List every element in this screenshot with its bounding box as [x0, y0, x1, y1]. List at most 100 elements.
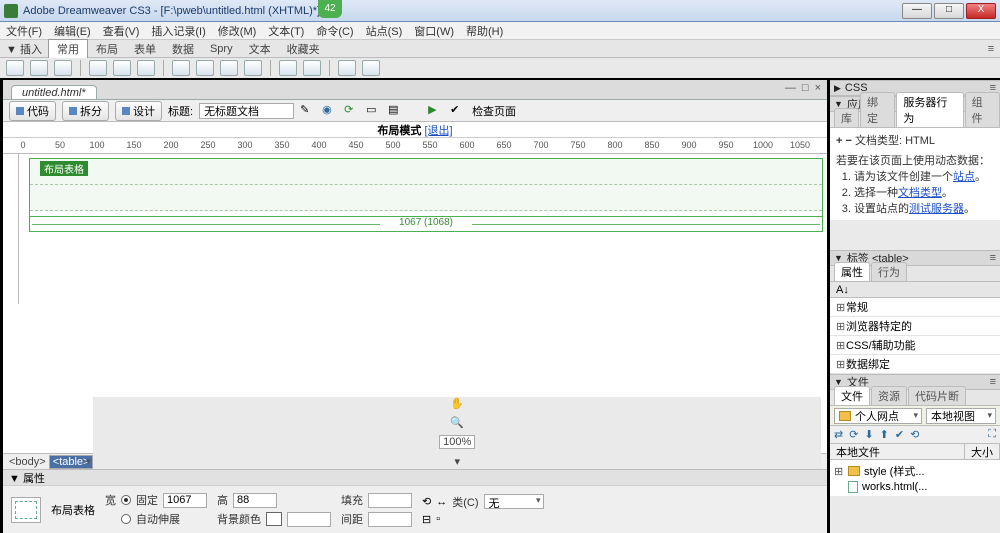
site-select[interactable]: 个人网点	[834, 408, 922, 424]
tool-icon[interactable]	[54, 60, 72, 76]
insert-tab-spry[interactable]: Spry	[202, 42, 241, 56]
insert-menu-icon[interactable]: ≡	[982, 43, 1000, 55]
width-input[interactable]	[163, 493, 207, 508]
class-select[interactable]: 无	[484, 494, 544, 509]
menu-edit[interactable]: 编辑(E)	[54, 23, 91, 39]
refresh-icon[interactable]: ⟳	[344, 103, 360, 119]
check-page-label[interactable]: 检查页面	[472, 103, 516, 119]
page-title-input[interactable]	[199, 103, 294, 119]
files-tab-files[interactable]: 文件	[834, 386, 870, 405]
put-icon[interactable]: ⬆	[880, 428, 889, 441]
code-view-button[interactable]: 代码	[9, 101, 56, 121]
close-button[interactable]: X	[966, 3, 996, 19]
auto-radio[interactable]	[121, 514, 131, 524]
col-localfiles[interactable]: 本地文件	[830, 444, 965, 459]
insert-tab-forms[interactable]: 表单	[126, 40, 164, 58]
tool-icon[interactable]	[113, 60, 131, 76]
insert-tab-fav[interactable]: 收藏夹	[279, 40, 328, 58]
height-input[interactable]	[233, 493, 277, 508]
connect-icon[interactable]: ⇄	[834, 428, 843, 441]
tool-icon[interactable]	[196, 60, 214, 76]
document-tab[interactable]: untitled.html*	[11, 85, 97, 99]
sync-icon[interactable]: ⟲	[910, 428, 919, 441]
insert-tab-common[interactable]: 常用	[48, 39, 88, 58]
tag-cat-browser[interactable]: ⊞浏览器特定的	[830, 317, 1000, 336]
cellpad-input[interactable]	[368, 493, 412, 508]
check-icon[interactable]: ▶	[428, 103, 444, 119]
notification-badge[interactable]: 42	[318, 0, 342, 18]
minimize-button[interactable]: —	[902, 3, 932, 19]
menu-help[interactable]: 帮助(H)	[466, 23, 503, 39]
insert-tab-text[interactable]: 文本	[241, 40, 279, 58]
menu-commands[interactable]: 命令(C)	[316, 23, 353, 39]
validate-icon[interactable]: ✎	[300, 103, 316, 119]
menu-window[interactable]: 窗口(W)	[414, 23, 454, 39]
checkout-icon[interactable]: ✔	[895, 428, 904, 441]
tool-icon[interactable]	[362, 60, 380, 76]
maximize-button[interactable]: □	[934, 3, 964, 19]
tag-tab-attrs[interactable]: 属性	[834, 262, 870, 281]
visual-aids-icon[interactable]: ▤	[388, 103, 404, 119]
tool-icon[interactable]	[220, 60, 238, 76]
bgcolor-swatch[interactable]	[266, 512, 282, 526]
tag-cat-css[interactable]: ⊞CSS/辅助功能	[830, 336, 1000, 355]
hand-tool-icon[interactable]: ✋	[450, 397, 464, 410]
tag-cat-general[interactable]: ⊞常规	[830, 298, 1000, 317]
tag-selector[interactable]: <body> <table>	[9, 456, 93, 468]
site-link[interactable]: 站点	[953, 171, 975, 183]
split-view-button[interactable]: 拆分	[62, 101, 109, 121]
bgcolor-input[interactable]	[287, 512, 331, 527]
remove-nesting-icon[interactable]: ⊟	[422, 513, 431, 526]
tool-icon[interactable]	[30, 60, 48, 76]
app-tab-database[interactable]: 库	[834, 108, 859, 127]
tool-icon[interactable]	[89, 60, 107, 76]
tool-icon[interactable]	[338, 60, 356, 76]
tool-icon[interactable]	[244, 60, 262, 76]
doc-minimize-icon[interactable]: —	[785, 82, 796, 94]
files-tab-snippets[interactable]: 代码片断	[908, 386, 966, 405]
insert-tab-layout[interactable]: 布局	[88, 40, 126, 58]
make-widths-icon[interactable]: ↔	[436, 496, 447, 508]
zoom-select[interactable]: 100%	[439, 435, 475, 449]
get-icon[interactable]: ⬇	[864, 428, 873, 441]
sort-az-icon[interactable]: A↓	[836, 284, 849, 296]
tool-icon[interactable]	[172, 60, 190, 76]
menu-modify[interactable]: 修改(M)	[218, 23, 257, 39]
clear-heights-icon[interactable]: ⟲	[422, 495, 431, 508]
file-tree-item[interactable]: ⊞style (样式...	[834, 462, 996, 480]
insert-label[interactable]: ▼ 插入	[0, 41, 48, 57]
file-tree-item[interactable]: works.html(...	[834, 480, 996, 494]
tool-icon[interactable]	[137, 60, 155, 76]
col-size[interactable]: 大小	[965, 444, 1000, 459]
app-tab-behaviors[interactable]: 服务器行为	[896, 92, 963, 127]
properties-header[interactable]: ▼ 属性	[9, 470, 45, 486]
tag-cat-data[interactable]: ⊞数据绑定	[830, 355, 1000, 374]
design-canvas[interactable]: 布局表格 1067 (1068)	[19, 154, 827, 304]
fixed-radio[interactable]	[121, 495, 131, 505]
refresh-icon[interactable]: ⟳	[849, 428, 858, 441]
menu-insert[interactable]: 插入记录(I)	[151, 23, 205, 39]
expand-icon[interactable]: ⛶	[988, 428, 996, 441]
menu-text[interactable]: 文本(T)	[268, 23, 304, 39]
auto-label[interactable]: 自动伸展	[136, 511, 180, 527]
zoom-tool-icon[interactable]: 🔍	[450, 416, 464, 429]
menu-file[interactable]: 文件(F)	[6, 23, 42, 39]
fixed-label[interactable]: 固定	[136, 492, 158, 508]
exit-layout-link[interactable]: [退出]	[424, 125, 452, 137]
view-select[interactable]: 本地视图	[926, 408, 996, 424]
menu-site[interactable]: 站点(S)	[366, 23, 403, 39]
tool-icon[interactable]	[6, 60, 24, 76]
tool-icon[interactable]	[279, 60, 297, 76]
options-icon[interactable]: ▭	[366, 103, 382, 119]
app-tab-components[interactable]: 组件	[965, 92, 1000, 127]
panel-menu-icon[interactable]: ≡	[990, 252, 996, 264]
cellspace-input[interactable]	[368, 512, 412, 527]
menu-view[interactable]: 查看(V)	[103, 23, 140, 39]
doc-close-icon[interactable]: ×	[815, 82, 821, 94]
layout-table[interactable]: 布局表格 1067 (1068)	[29, 158, 823, 232]
globe-icon[interactable]: ◉	[322, 103, 338, 119]
doctype-link[interactable]: 文档类型	[898, 187, 942, 199]
testserver-link[interactable]: 测试服务器	[909, 203, 964, 215]
files-tab-assets[interactable]: 资源	[871, 386, 907, 405]
design-view-button[interactable]: 设计	[115, 101, 162, 121]
